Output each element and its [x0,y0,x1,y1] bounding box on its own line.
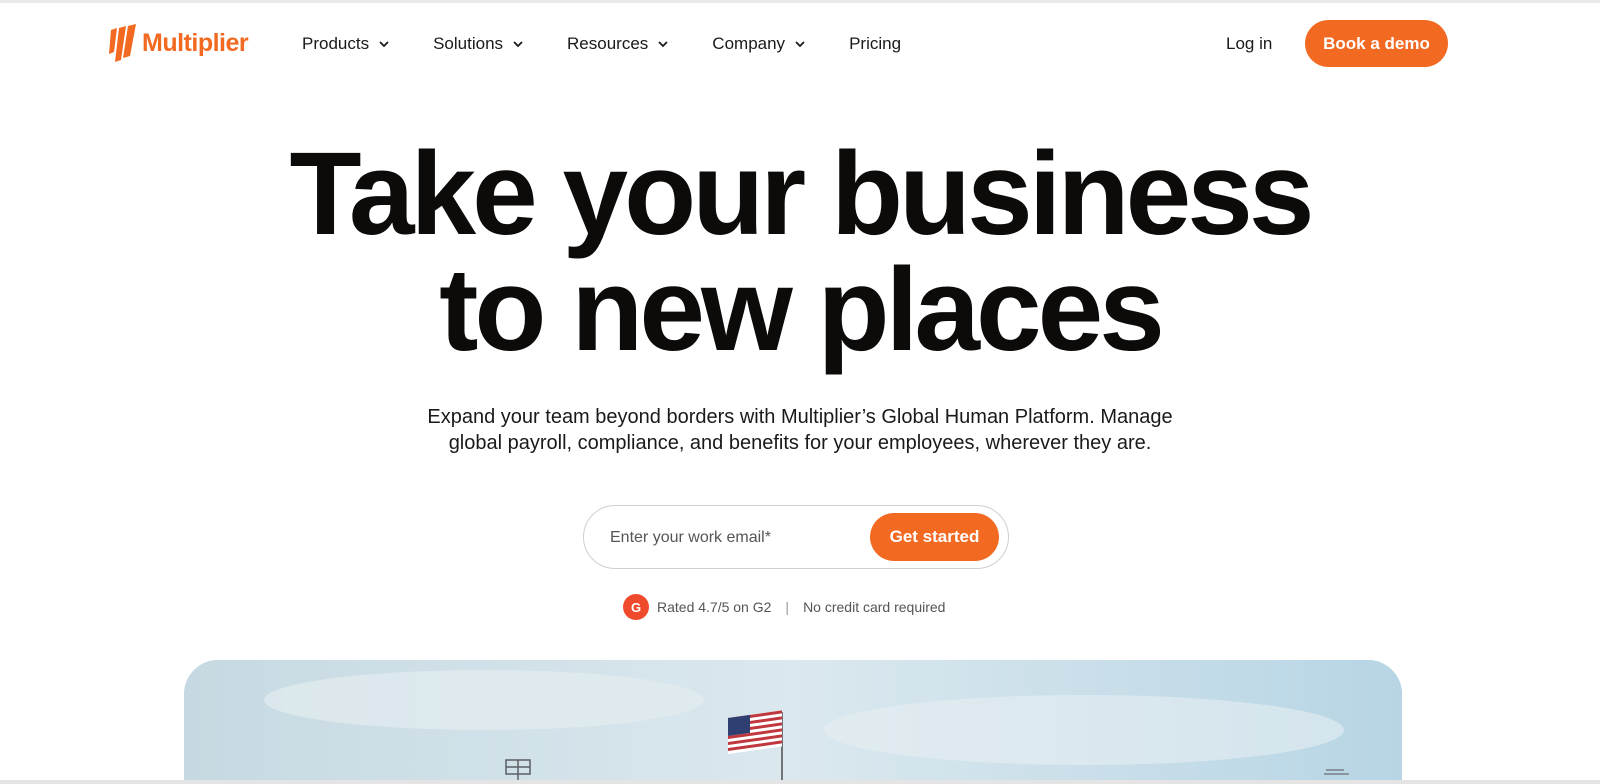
bottom-border [0,780,1600,784]
nav-resources[interactable]: Resources [567,34,669,54]
email-field[interactable] [610,524,850,552]
chevron-down-icon [795,41,805,48]
g2-icon: G [623,594,649,620]
nav-company-label: Company [712,34,786,53]
rating-row: G Rated 4.7/5 on G2 | No credit card req… [623,594,945,620]
hero-headline-line1: Take your business [289,128,1315,260]
login-link[interactable]: Log in [1226,34,1272,54]
nav-products[interactable]: Products [302,34,390,54]
hero-subtitle-line2: global payroll, compliance, and benefits… [448,432,1152,454]
main-menu: Products Solutions Resources Company Pri… [302,34,901,54]
nav-resources-label: Resources [567,34,649,53]
nav-solutions[interactable]: Solutions [433,34,524,54]
hero-headline: Take your business to new places [0,128,1600,376]
brand-name: Multiplier [142,28,249,57]
nav-pricing[interactable]: Pricing [849,34,901,54]
nav-solutions-label: Solutions [433,34,504,53]
chevron-down-icon [513,41,523,48]
multiplier-logo-icon [109,24,136,62]
hero-image [184,660,1402,784]
logo[interactable]: Multiplier [108,22,249,64]
rating-text: Rated 4.7/5 on G2 [657,599,772,615]
no-card-text: No credit card required [803,599,946,615]
nav-pricing-label: Pricing [849,34,902,53]
flag-photo-icon [184,660,1402,784]
hero-subtitle: Expand your team beyond borders with Mul… [300,404,1300,456]
get-started-button[interactable]: Get started [870,513,999,561]
rating-separator: | [785,599,790,615]
top-border [0,0,1600,3]
hero-headline-line2: to new places [439,244,1165,376]
book-demo-button[interactable]: Book a demo [1305,20,1448,67]
hero-subtitle-line1: Expand your team beyond borders with Mul… [427,406,1173,428]
nav-products-label: Products [302,34,370,53]
chevron-down-icon [379,41,389,48]
chevron-down-icon [658,41,668,48]
email-signup-form: Get started [583,505,1009,569]
navbar: Multiplier Products Solutions Resources … [0,18,1600,72]
nav-company[interactable]: Company [712,34,806,54]
